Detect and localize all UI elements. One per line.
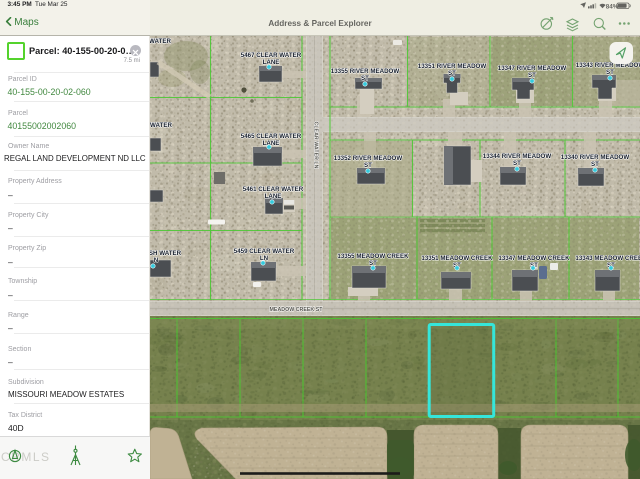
svg-text:MEADOW CREEK ST: MEADOW CREEK ST <box>270 307 324 313</box>
svg-text:5465 CLEAR WATER: 5465 CLEAR WATER <box>241 133 302 140</box>
svg-text:5461 CLEAR WATER: 5461 CLEAR WATER <box>243 186 304 193</box>
svg-text:WATER: WATER <box>150 122 172 129</box>
svg-text:N: N <box>154 257 159 264</box>
svg-text:SH WATER: SH WATER <box>150 250 182 257</box>
svg-text:ST: ST <box>513 160 521 167</box>
svg-text:13351 RIVER MEADOW: 13351 RIVER MEADOW <box>418 63 487 70</box>
svg-text:WATER: WATER <box>150 38 171 45</box>
svg-text:LANE: LANE <box>265 193 282 200</box>
svg-text:13343 MEADOW CREEK: 13343 MEADOW CREEK <box>575 255 640 262</box>
svg-text:13343 RIVER MEADOW: 13343 RIVER MEADOW <box>576 62 640 69</box>
svg-text:ST: ST <box>591 161 599 168</box>
svg-text:ST: ST <box>361 75 369 82</box>
svg-text:LANE: LANE <box>263 59 280 66</box>
svg-text:ST: ST <box>448 70 456 77</box>
svg-text:ST: ST <box>528 72 536 79</box>
svg-text:13352 RIVER MEADOW: 13352 RIVER MEADOW <box>334 155 403 162</box>
svg-text:13344 RIVER MEADOW: 13344 RIVER MEADOW <box>483 153 552 160</box>
svg-text:CLEAR WATER LN: CLEAR WATER LN <box>313 122 319 169</box>
svg-text:13347 MEADOW CREEK: 13347 MEADOW CREEK <box>498 255 570 262</box>
svg-text:13340 RIVER MEADOW: 13340 RIVER MEADOW <box>561 154 630 161</box>
svg-text:13347 RIVER MEADOW: 13347 RIVER MEADOW <box>498 65 567 72</box>
svg-text:ST: ST <box>606 69 614 76</box>
svg-text:5467 CLEAR WATER: 5467 CLEAR WATER <box>241 52 302 59</box>
svg-text:13351 MEADOW CREEK: 13351 MEADOW CREEK <box>421 255 493 262</box>
svg-text:ST: ST <box>364 162 372 169</box>
svg-text:5459 CLEAR WATER: 5459 CLEAR WATER <box>234 248 295 255</box>
svg-text:13355 MEADOW CREEK: 13355 MEADOW CREEK <box>337 253 409 260</box>
svg-text:13355 RIVER MEADOW: 13355 RIVER MEADOW <box>331 68 400 75</box>
